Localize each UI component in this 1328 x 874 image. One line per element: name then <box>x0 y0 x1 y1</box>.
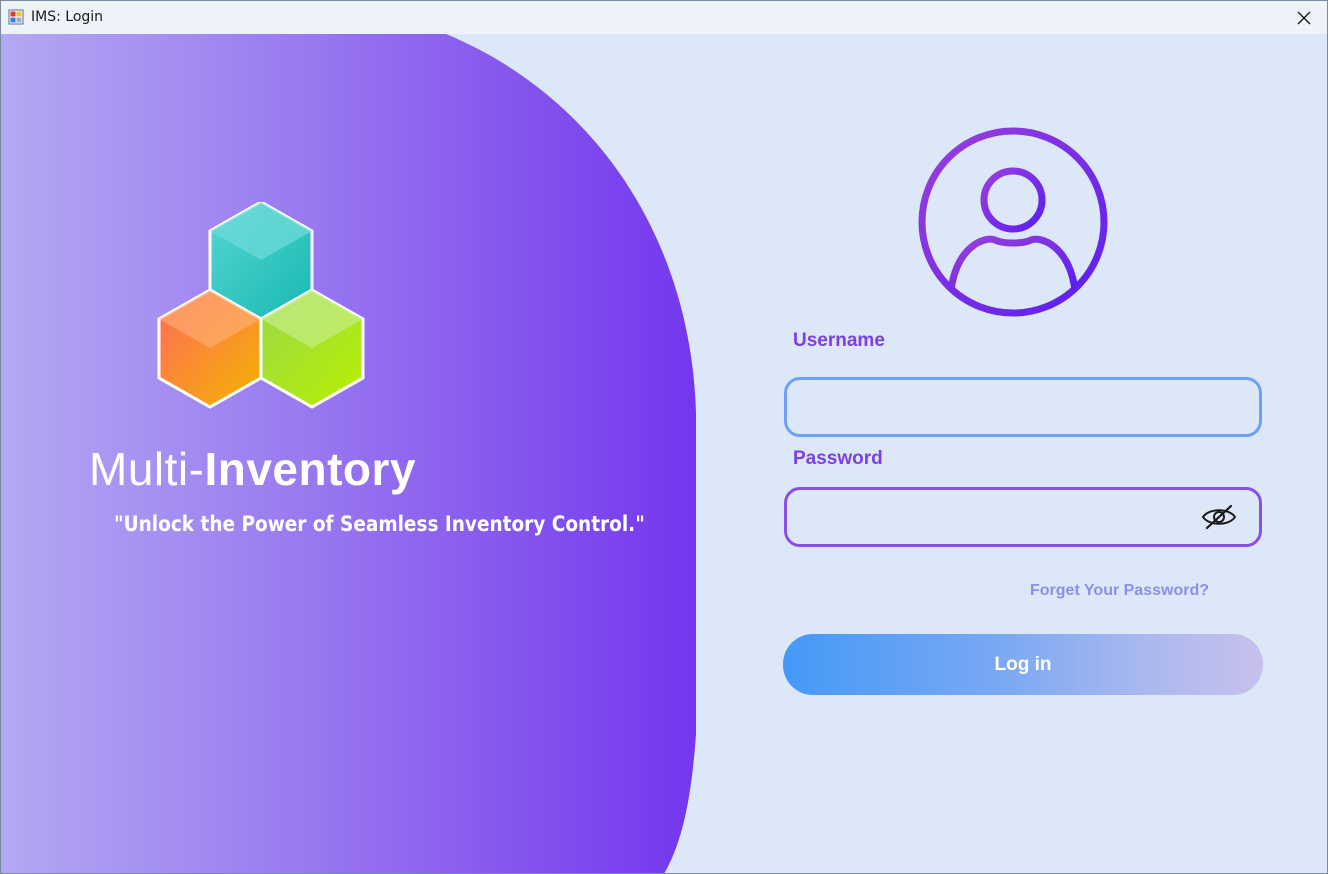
app-icon <box>8 9 24 25</box>
username-label: Username <box>793 330 885 351</box>
forgot-password-link[interactable]: Forget Your Password? <box>1030 582 1209 600</box>
content-area: Multi-Inventory "Unlock the Power of Sea… <box>1 34 1327 873</box>
window-title: IMS: Login <box>31 9 104 25</box>
title-bar[interactable]: IMS: Login <box>1 1 1327 34</box>
login-button[interactable]: Log in <box>783 634 1263 695</box>
password-visibility-toggle[interactable] <box>1201 504 1237 530</box>
brand-name: Multi-Inventory <box>89 442 416 496</box>
brand-panel: Multi-Inventory "Unlock the Power of Sea… <box>1 34 701 873</box>
login-window: IMS: Login Multi-Inventory "Unlock the P… <box>0 0 1328 874</box>
brand-tagline: "Unlock the Power of Seamless Inventory … <box>114 512 645 536</box>
eye-slash-icon <box>1201 504 1237 530</box>
brand-name-bold: Inventory <box>204 443 416 495</box>
password-label: Password <box>793 448 883 469</box>
close-button[interactable] <box>1281 1 1327 34</box>
close-icon <box>1297 11 1311 24</box>
password-input[interactable] <box>784 487 1262 547</box>
hexagon-cubes-logo <box>157 202 365 409</box>
user-avatar-icon <box>918 127 1108 317</box>
brand-name-light: Multi- <box>89 443 205 495</box>
username-input[interactable] <box>784 377 1262 437</box>
